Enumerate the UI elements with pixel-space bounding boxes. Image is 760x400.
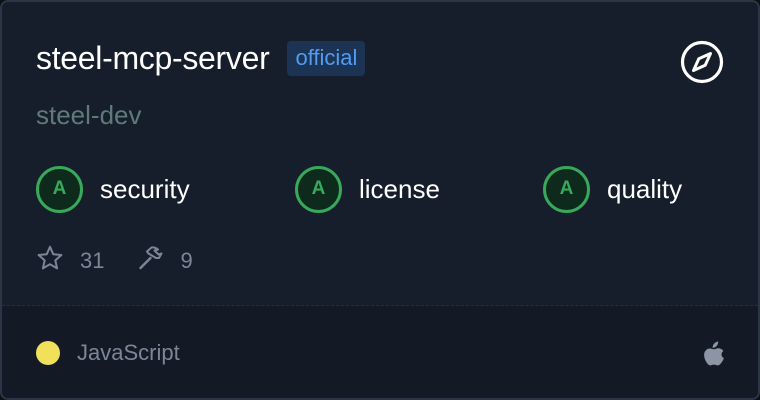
server-card[interactable]: steel-mcp-server official steel-dev A se… (0, 0, 760, 400)
stars-count: 31 (80, 248, 105, 273)
score-list: A security A license A quality (36, 165, 736, 213)
tools-count: 9 (180, 248, 193, 273)
title-row: steel-mcp-server official (36, 38, 366, 78)
score-license: A license (295, 165, 440, 213)
official-badge: official (287, 40, 366, 76)
server-name[interactable]: steel-mcp-server (36, 40, 270, 77)
grade-badge: A (295, 165, 342, 213)
language-color-dot (36, 341, 60, 365)
score-label: quality (607, 173, 683, 204)
card-footer: JavaScript (2, 306, 758, 398)
score-label: license (359, 173, 440, 204)
grade-badge: A (543, 165, 590, 213)
star-icon (36, 244, 64, 278)
grade-badge: A (36, 165, 83, 213)
stars-stat: 31 (36, 244, 104, 278)
score-security: A security (36, 165, 190, 213)
hammer-icon (136, 244, 164, 278)
apple-icon (702, 340, 726, 368)
tools-stat: 9 (136, 244, 193, 278)
owner-name[interactable]: steel-dev (36, 100, 142, 131)
stats-row: 31 9 (36, 244, 193, 278)
language: JavaScript (36, 340, 180, 366)
compass-icon[interactable] (680, 40, 724, 84)
score-label: security (100, 173, 190, 204)
language-name: JavaScript (77, 340, 180, 365)
score-quality: A quality (543, 165, 682, 213)
